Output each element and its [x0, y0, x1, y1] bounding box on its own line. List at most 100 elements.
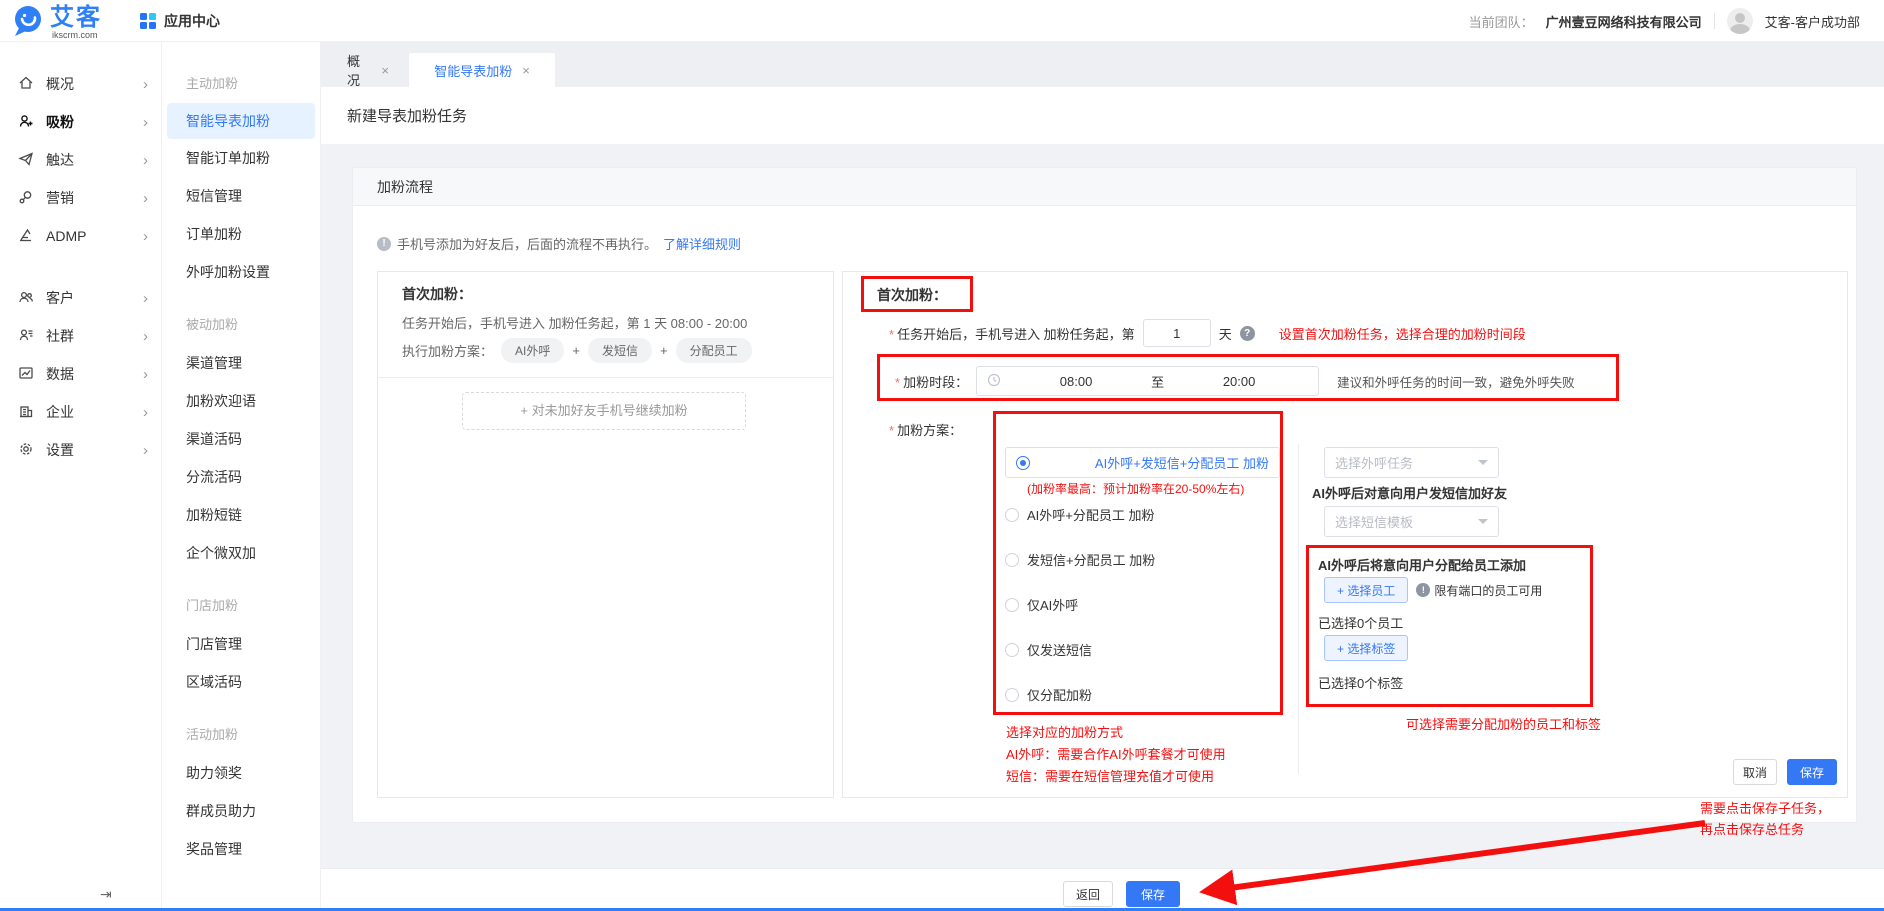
submenu-item-call-settings[interactable]: 外呼加粉设置 [162, 253, 320, 291]
detail-rules-link[interactable]: 了解详细规则 [663, 234, 741, 253]
chevron-down-icon [1478, 460, 1488, 465]
submenu-item-welcome-msg[interactable]: 加粉欢迎语 [162, 382, 320, 420]
submenu-item-channel-qr[interactable]: 渠道活码 [162, 420, 320, 458]
logo-bubble-icon [10, 3, 46, 42]
select-tag-button[interactable]: + 选择标签 [1324, 635, 1408, 661]
sidebar-item-marketing[interactable]: 营销› [0, 179, 162, 217]
back-button[interactable]: 返回 [1063, 881, 1113, 907]
submenu-group-title: 被动加粉 [162, 306, 320, 344]
submenu: 主动加粉 智能导表加粉 智能订单加粉 短信管理 订单加粉 外呼加粉设置 被动加粉… [162, 42, 321, 911]
sidebar-item-settings[interactable]: 设置› [0, 431, 162, 469]
home-icon [18, 75, 34, 94]
summary-line1: 任务开始后，手机号进入 加粉任务起，第 1 天 08:00 - 20:00 [402, 313, 747, 332]
submenu-group-title: 门店加粉 [162, 587, 320, 625]
tab-smart-import[interactable]: 智能导表加粉 × [409, 53, 555, 87]
close-icon[interactable]: × [522, 63, 530, 78]
collapse-sidebar-icon[interactable]: ⇥ [100, 886, 112, 903]
plan-option-3[interactable]: 发短信+分配员工 加粉 [1005, 550, 1280, 569]
save-subtask-button[interactable]: 保存 [1787, 759, 1837, 785]
sidebar-item-overview[interactable]: 概况› [0, 65, 162, 103]
sidebar-item-customers[interactable]: 客户› [0, 279, 162, 317]
plan-label: *加粉方案： [889, 420, 962, 439]
plan-option-1[interactable]: AI外呼+发短信+分配员工 加粉 [1005, 447, 1280, 478]
radio-icon[interactable] [1005, 598, 1019, 612]
sidebar-item-attract-fans[interactable]: 吸粉› [0, 103, 162, 141]
assign-section: AI外呼后将意向用户分配给员工添加 + 选择员工 ! 限有端口的员工可用 已选择… [1308, 547, 1594, 708]
radio-icon[interactable] [1005, 553, 1019, 567]
submenu-item-store-mgmt[interactable]: 门店管理 [162, 625, 320, 663]
time-end-value[interactable]: 20:00 [1170, 374, 1308, 389]
time-range-picker[interactable]: 08:00 至 20:00 [976, 366, 1319, 396]
footer-bar: 返回 保存 [321, 868, 1884, 911]
radio-icon[interactable] [1005, 643, 1019, 657]
plan-options: AI外呼+发短信+分配员工 加粉 (加粉率最高：预计加粉率在20-50%左右) … [1005, 415, 1280, 704]
submenu-item-group-boost[interactable]: 群成员助力 [162, 792, 320, 830]
assign-label: AI外呼后将意向用户分配给员工添加 [1318, 555, 1526, 574]
app-center-nav[interactable]: 应用中心 [140, 0, 220, 42]
submenu-item-split-qr[interactable]: 分流活码 [162, 458, 320, 496]
help-icon[interactable]: ? [1240, 326, 1255, 341]
close-icon[interactable]: × [381, 63, 389, 78]
annotation-day-hint: 设置首次加粉任务，选择合理的加粉时间段 [1279, 324, 1526, 343]
summary-plan-row: 执行加粉方案： AI外呼 + 发短信 + 分配员工 [402, 338, 752, 363]
submenu-item-prize-mgmt[interactable]: 奖品管理 [162, 830, 320, 868]
time-start-value[interactable]: 08:00 [1007, 374, 1145, 389]
plan-option-4[interactable]: 仅AI外呼 [1005, 595, 1280, 614]
submenu-item-dual-add[interactable]: 企个微双加 [162, 534, 320, 572]
radio-selected-icon[interactable] [1016, 456, 1030, 470]
radio-icon[interactable] [1005, 508, 1019, 522]
plan-option-6[interactable]: 仅分配加粉 [1005, 685, 1280, 704]
submenu-item-region-qr[interactable]: 区域活码 [162, 663, 320, 701]
topbar-divider [1714, 13, 1715, 29]
sidebar-item-reach[interactable]: 触达› [0, 141, 162, 179]
submenu-item-smart-order[interactable]: 智能订单加粉 [162, 139, 320, 177]
sidebar-item-admp[interactable]: ADMP› [0, 217, 162, 255]
plan-pill-assign: 分配员工 [676, 338, 752, 363]
sidebar-item-enterprise[interactable]: 企业› [0, 393, 162, 431]
user-add-icon [18, 113, 34, 132]
add-followup-task-button[interactable]: + 对未加好友手机号继续加粉 [462, 392, 746, 430]
sidebar-item-data[interactable]: 数据› [0, 355, 162, 393]
select-staff-button[interactable]: + 选择员工 [1324, 577, 1408, 603]
app-center-label: 应用中心 [164, 11, 220, 31]
clock-icon [987, 373, 1001, 390]
staff-selected-count: 已选择0个员工 [1318, 613, 1403, 632]
admp-icon [18, 227, 34, 246]
submenu-item-short-link[interactable]: 加粉短链 [162, 496, 320, 534]
submenu-item-boost-prize[interactable]: 助力领奖 [162, 754, 320, 792]
select-sms-template[interactable]: 选择短信模板 [1324, 506, 1499, 537]
annotation-plan-hint: 选择对应的加粉方式 AI外呼：需要合作AI外呼套餐才可使用 短信：需要在短信管理… [1006, 722, 1226, 788]
submenu-item-order-fans[interactable]: 订单加粉 [162, 215, 320, 253]
flow-card: 加粉流程 ! 手机号添加为好友后，后面的流程不再执行。 了解详细规则 首次加粉：… [352, 167, 1857, 823]
team-label: 当前团队： [1469, 12, 1534, 31]
team-name: 广州壹豆网络科技有限公司 [1546, 12, 1702, 31]
submenu-item-channel-mgmt[interactable]: 渠道管理 [162, 344, 320, 382]
time-row: *加粉时段： 08:00 至 20:00 建议和外呼任务的时间一致，避免外呼失败 [895, 365, 1575, 397]
avatar[interactable] [1727, 8, 1753, 34]
annotation-save-hint: 需要点击保存子任务， 再点击保存总任务 [1700, 798, 1830, 840]
plan-option-2[interactable]: AI外呼+分配员工 加粉 [1005, 505, 1280, 524]
user-name[interactable]: 艾客-客户成功部 [1765, 12, 1860, 31]
info-text: 手机号添加为好友后，后面的流程不再执行。 [397, 234, 657, 253]
day-prefix: 任务开始后，手机号进入 加粉任务起，第 [897, 327, 1135, 342]
cancel-button[interactable]: 取消 [1733, 759, 1777, 785]
radio-icon[interactable] [1005, 688, 1019, 702]
plan-pill-ai-call: AI外呼 [501, 338, 564, 363]
day-number-input[interactable] [1143, 319, 1211, 347]
submenu-item-sms-mgmt[interactable]: 短信管理 [162, 177, 320, 215]
chevron-right-icon: › [143, 152, 148, 169]
plan-option-5[interactable]: 仅发送短信 [1005, 640, 1280, 659]
tab-overview[interactable]: 概况 × [333, 53, 403, 87]
save-total-task-button[interactable]: 保存 [1126, 881, 1180, 907]
select-call-task[interactable]: 选择外呼任务 [1324, 447, 1499, 478]
info-icon: ! [377, 237, 391, 251]
logo: 艾客 ikscrm.com [10, 3, 102, 42]
chevron-down-icon [1478, 519, 1488, 524]
submenu-group-title: 主动加粉 [162, 65, 320, 103]
sidebar-item-community[interactable]: 社群› [0, 317, 162, 355]
plan-option-1-note: (加粉率最高：预计加粉率在20-50%左右) [1027, 480, 1280, 497]
submenu-item-smart-import[interactable]: 智能导表加粉 [167, 103, 315, 139]
time-separator: 至 [1151, 372, 1164, 391]
community-icon [18, 327, 34, 346]
tag-selected-count: 已选择0个标签 [1318, 673, 1403, 692]
